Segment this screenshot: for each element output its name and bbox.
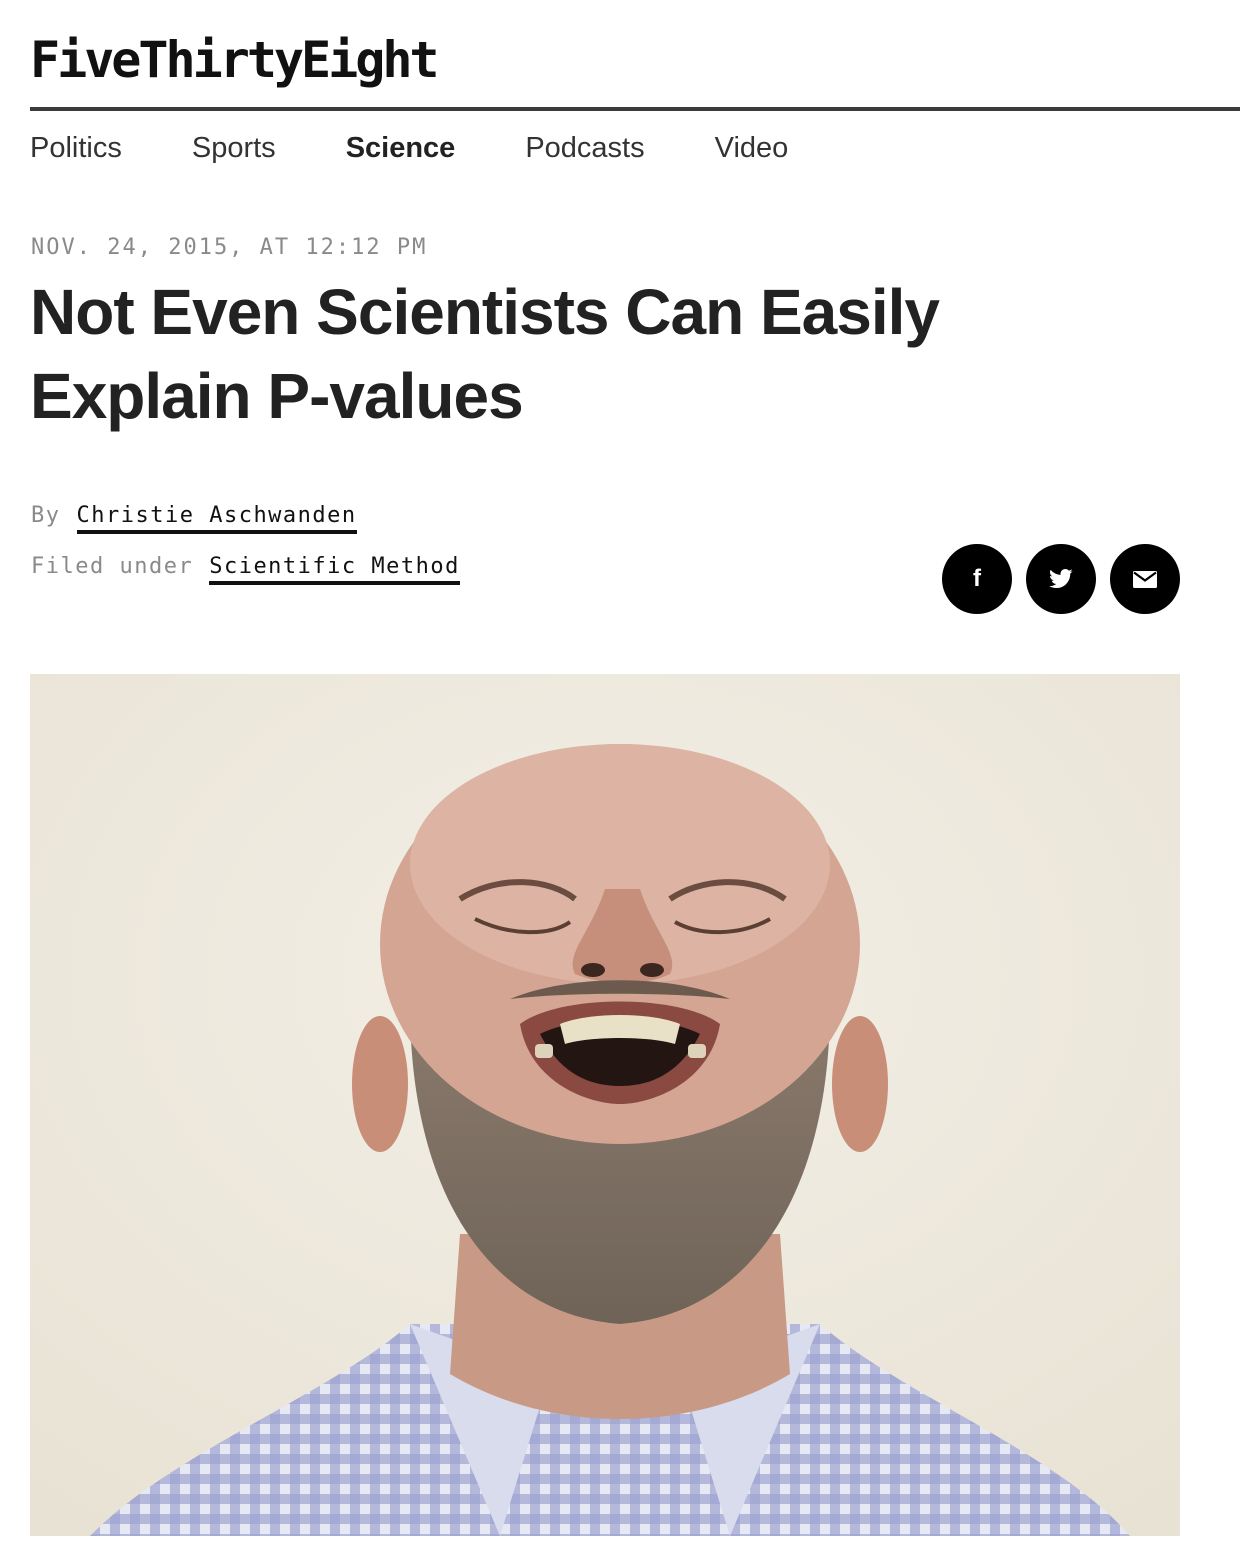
nav-item-science[interactable]: Science bbox=[346, 128, 456, 168]
share-buttons: f bbox=[942, 544, 1180, 614]
email-share-button[interactable] bbox=[1110, 544, 1180, 614]
nav-item-podcasts[interactable]: Podcasts bbox=[525, 128, 644, 168]
byline-label: By bbox=[31, 503, 61, 528]
facebook-icon: f bbox=[973, 565, 981, 592]
filed-under: Filed under Scientific Method bbox=[31, 552, 460, 585]
laughing-man-illustration bbox=[30, 674, 1180, 1536]
header-divider bbox=[30, 107, 1240, 111]
twitter-icon bbox=[1049, 569, 1073, 588]
facebook-share-button[interactable]: f bbox=[942, 544, 1012, 614]
byline: By Christie Aschwanden bbox=[31, 501, 357, 534]
article-dateline: NOV. 24, 2015, AT 12:12 PM bbox=[31, 235, 428, 260]
main-nav: Politics Sports Science Podcasts Video bbox=[30, 128, 858, 168]
category-link[interactable]: Scientific Method bbox=[209, 554, 460, 585]
article-title: Not Even Scientists Can Easily Explain P… bbox=[30, 276, 940, 432]
author-link[interactable]: Christie Aschwanden bbox=[76, 503, 357, 534]
twitter-share-button[interactable] bbox=[1026, 544, 1096, 614]
hero-photo bbox=[30, 674, 1180, 1536]
nav-item-video[interactable]: Video bbox=[715, 128, 789, 168]
article-page: FiveThirtyEight Politics Sports Science … bbox=[0, 0, 1240, 1566]
nav-item-politics[interactable]: Politics bbox=[30, 128, 122, 168]
nav-item-sports[interactable]: Sports bbox=[192, 128, 276, 168]
filed-under-label: Filed under bbox=[31, 554, 194, 579]
email-icon bbox=[1133, 570, 1157, 588]
site-logo[interactable]: FiveThirtyEight bbox=[30, 28, 440, 92]
